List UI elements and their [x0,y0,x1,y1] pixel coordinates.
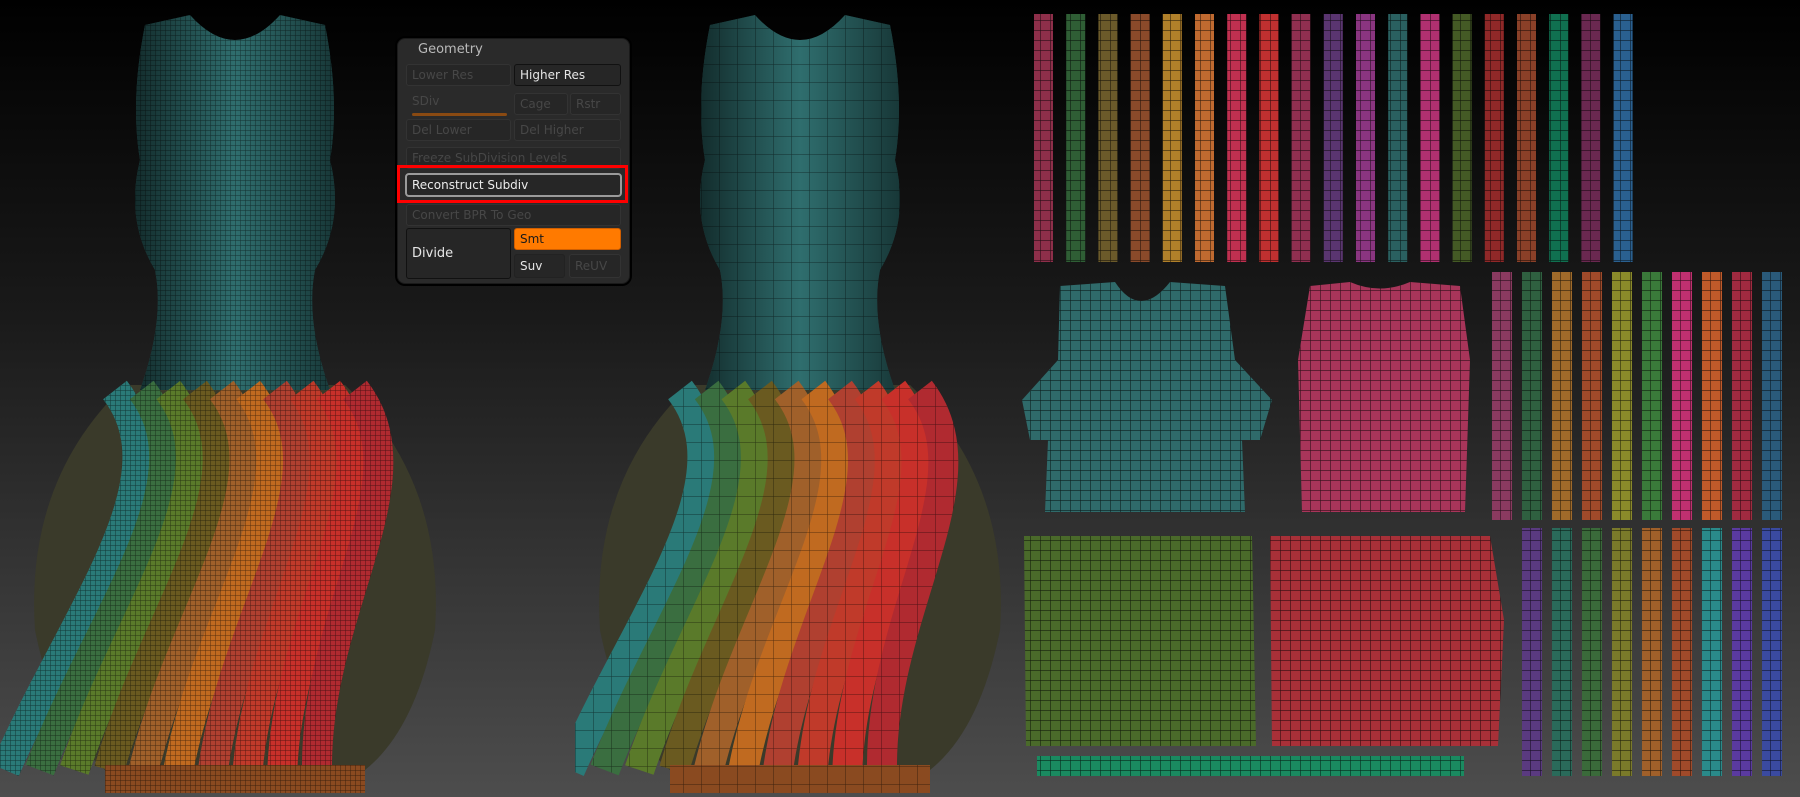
uv-strip-mesh [1356,14,1375,262]
uv-strip-mesh [1420,14,1440,262]
uv-strip-mesh [1762,272,1782,520]
uv-strip-mesh [1517,14,1536,262]
reuv-button[interactable]: ReUV [569,254,621,278]
cage-button[interactable]: Cage [514,93,568,115]
uv-strip-mesh [1452,14,1472,262]
uv-strip-mesh [1612,528,1632,776]
uv-strip-mesh [1034,14,1053,262]
uv-strip-mesh [1522,272,1542,520]
uv-strip-mesh [1762,528,1782,776]
uv-strip-mesh [1552,528,1572,776]
uv-strip-mesh [1702,528,1722,776]
uv-strip-mesh [1130,14,1150,262]
suv-toggle[interactable]: Suv [514,254,565,278]
uv-strip-mesh [1732,272,1752,520]
uv-strip-mesh [1388,14,1408,262]
uv-strip-mesh [1613,14,1633,262]
uv-strip-mesh [1702,272,1722,520]
sdiv-slider[interactable]: SDiv [406,93,511,116]
uv-strip-mesh [1672,528,1692,776]
uv-strip-mesh [1582,528,1602,776]
convert-bpr-to-geo-button[interactable]: Convert BPR To Geo [406,204,621,226]
uv-strip-mesh [1259,14,1279,262]
rstr-button[interactable]: Rstr [570,93,621,115]
uv-strip-mesh [1291,14,1311,262]
uv-strip-mesh [1582,272,1602,520]
torso-shading [700,15,900,390]
lower-res-button[interactable]: Lower Res [406,64,511,86]
sdiv-slider-track[interactable] [412,113,507,116]
dress-model-reconstructed [575,15,1001,793]
uv-strip-mesh [1552,272,1572,520]
uv-strip-mesh [1484,14,1504,262]
uv-strip-mesh [1227,14,1247,262]
higher-res-button[interactable]: Higher Res [514,64,621,86]
uv-strip-mesh [1066,14,1086,262]
uv-strip-mesh [1098,14,1118,262]
uv-island-skirt-back-mesh [1270,536,1504,746]
uv-strip-mesh [1323,14,1343,262]
hem-band-mesh [670,765,930,793]
sdiv-label: SDiv [412,94,440,108]
uv-strip-mesh [1642,528,1662,776]
uv-map [1022,14,1782,776]
uv-strip-mesh [1037,756,1464,776]
uv-island-back-mesh [1298,282,1470,512]
smt-toggle[interactable]: Smt [514,228,621,250]
torso-shading [135,15,335,390]
uv-island-front-mesh [1022,282,1272,512]
uv-strip-mesh [1195,14,1214,262]
uv-strip-mesh [1581,14,1601,262]
uv-island-skirt-front-mesh [1024,536,1256,746]
uv-strip-mesh [1642,272,1662,520]
divide-button[interactable]: Divide [406,228,511,279]
uv-strip-mesh [1522,528,1542,776]
highlight-box [397,165,628,203]
panel-title: Geometry [418,42,483,57]
uv-strip-mesh [1732,528,1752,776]
del-higher-button[interactable]: Del Higher [514,119,621,141]
geometry-panel: Geometry Lower Res Higher Res SDiv Cage … [397,38,630,284]
uv-strip-mesh [1672,272,1692,520]
del-lower-button[interactable]: Del Lower [406,119,511,141]
uv-strip-mesh [1612,272,1632,520]
uv-strip-mesh [1162,14,1182,262]
hem-band-mesh [105,765,365,793]
uv-strip-mesh [1492,272,1512,520]
uv-strip-mesh [1549,14,1569,262]
